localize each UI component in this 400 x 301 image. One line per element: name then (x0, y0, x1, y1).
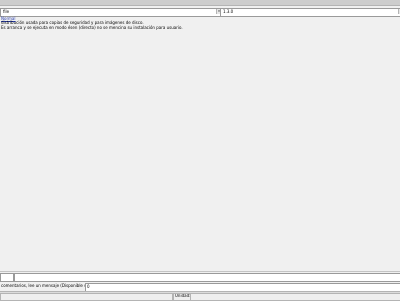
content-area: Normal distribución usada para copias de… (0, 16, 400, 271)
small-input[interactable] (0, 273, 14, 282)
description-line-2: Es arranca y se ejecuta en modo ésen (di… (1, 24, 183, 30)
version-combobox[interactable]: 1.3.0 ▾ (220, 8, 400, 17)
hint-row: comentarios, lee un mensaje (Disponible … (0, 283, 400, 292)
title-bar (0, 0, 400, 6)
status-bar: Unidad: (0, 291, 400, 301)
divider (0, 271, 400, 272)
version-value: 1.3.0 (223, 9, 234, 14)
address-combobox[interactable]: file ▾ (0, 8, 222, 17)
address-value: file (3, 9, 10, 14)
wide-input[interactable] (14, 273, 400, 282)
toolbar: file ▾ 1.3.0 ▾ (0, 8, 400, 17)
input-row (0, 273, 400, 282)
